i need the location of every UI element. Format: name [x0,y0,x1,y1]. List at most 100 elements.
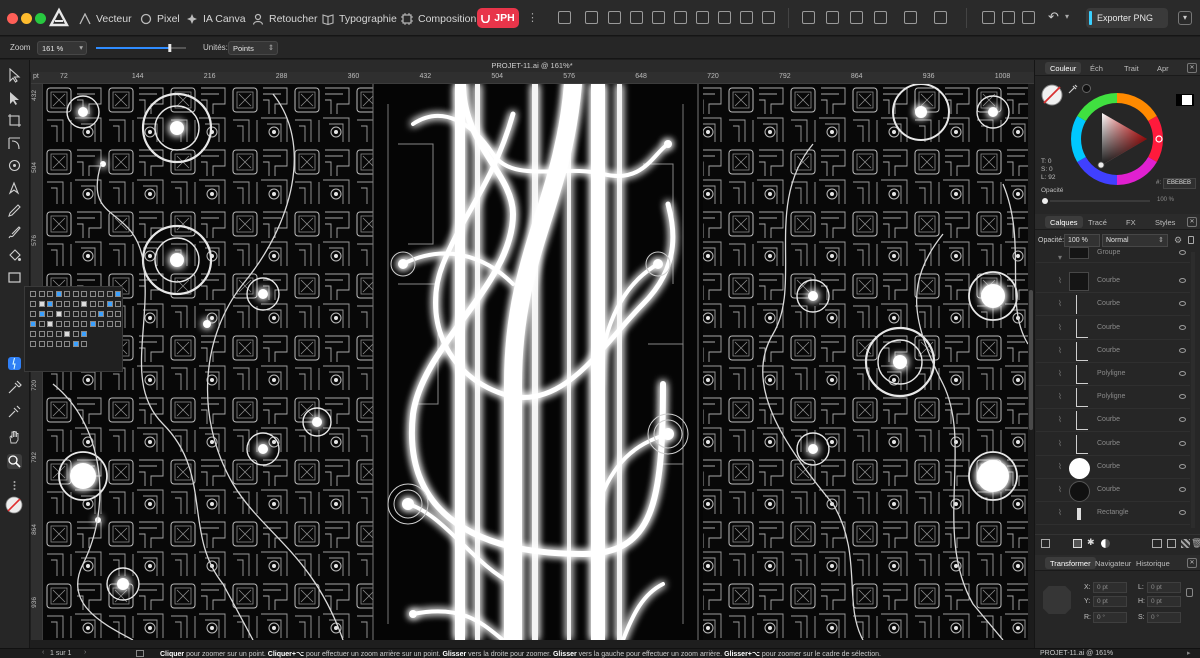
layer-row[interactable]: ⌇ Courbe [1036,293,1190,317]
persona-jph-active[interactable]: JPH [477,8,519,28]
move-tool-icon[interactable] [7,67,22,83]
arrange-back-icon[interactable] [608,11,621,24]
layer-row[interactable]: ⌇ Courbe [1036,317,1190,340]
swatch-icon[interactable] [30,301,36,307]
expand-chevron-icon[interactable]: ▾ [1058,253,1062,262]
tab-fx[interactable]: FX [1121,216,1141,228]
pen-tool-icon[interactable] [7,181,22,196]
swatch-icon[interactable] [115,291,121,297]
layer-row[interactable]: ⌇ Rectangle [1036,502,1190,526]
visibility-eye-icon[interactable] [1179,510,1186,516]
finder-icon[interactable] [7,356,22,371]
app-logo-icon[interactable] [48,7,70,29]
visibility-eye-icon[interactable] [1179,463,1186,469]
swatch-icon[interactable] [81,301,87,307]
arrange-backward-icon[interactable] [630,11,643,24]
swatch-icon[interactable] [98,321,104,327]
rotation-input[interactable]: 0 ° [1093,612,1127,623]
layer-row[interactable]: ▾ Groupe [1036,247,1190,263]
hand-tool-icon[interactable] [7,430,22,445]
swatch-icon[interactable] [64,341,70,347]
swatch-icon[interactable] [81,291,87,297]
tab-stroke[interactable]: Trait [1119,62,1144,74]
vector-brush-icon[interactable] [7,225,22,240]
swatch-icon[interactable] [55,321,62,327]
swatch-icon[interactable] [47,341,53,347]
units-select[interactable]: Points ⇕ [228,41,278,55]
swatch-icon[interactable] [89,311,96,317]
transform-origin-icon[interactable] [982,11,995,24]
align-icon[interactable] [802,11,815,24]
fill-tool-icon[interactable] [7,248,22,263]
boolean-intersect-icon[interactable] [740,11,753,24]
visibility-eye-icon[interactable] [1179,347,1186,353]
visibility-eye-icon[interactable] [1179,487,1186,492]
swatch-icon[interactable] [81,311,87,317]
node-tool-icon[interactable] [7,91,22,106]
x-input[interactable]: 0 pt [1093,582,1127,593]
swatch-icon[interactable] [106,301,113,307]
swatch-icon[interactable] [47,311,53,317]
stroke-swatch[interactable] [1082,84,1091,93]
artboard-tool-icon[interactable] [7,113,22,128]
rotate-icon[interactable] [874,11,887,24]
swatch-icon[interactable] [106,321,113,327]
swatch-icon[interactable] [72,331,79,337]
swatch-icon[interactable] [38,341,45,347]
layer-row[interactable]: ⌇ Courbe [1036,456,1190,479]
persona-vector[interactable]: Vecteur [79,9,132,28]
swatch-icon[interactable] [30,311,36,317]
swatch-icon[interactable] [115,321,121,327]
visibility-eye-icon[interactable] [1179,324,1186,330]
flip-horizontal-icon[interactable] [826,11,839,24]
snap-toggle-icon[interactable] [934,11,947,24]
more-menu-icon[interactable]: ⋮ [527,11,538,24]
swatch-icon[interactable] [64,291,70,297]
close-icon[interactable]: ✕ [1187,217,1197,227]
tab-appearance[interactable]: Apr [1152,62,1174,74]
swatch-icon[interactable] [38,321,45,327]
minimize-window-button[interactable] [21,13,32,24]
pencil-tool-icon[interactable] [7,203,22,218]
zoom-slider[interactable] [96,44,186,52]
flip-vertical-icon[interactable] [850,11,863,24]
arrange-front-icon[interactable] [674,11,687,24]
swatch-icon[interactable] [55,341,62,347]
hex-input[interactable]: EBEBEB [1163,178,1196,189]
swatch-icon[interactable] [81,321,87,327]
add-layer-icon[interactable] [1041,539,1050,548]
swatch-icon[interactable] [64,301,70,307]
arrange-forward-icon[interactable] [652,11,665,24]
swatch-icon[interactable] [55,301,62,307]
layer-row[interactable]: ⌇ Polyligne [1036,386,1190,410]
visibility-eye-icon[interactable] [1179,440,1186,446]
swatch-icon[interactable] [38,311,45,317]
zoom-input[interactable]: 161 % ▾ [37,41,87,55]
insert-inside-icon[interactable] [904,11,917,24]
layer-row[interactable]: ⌇ Courbe [1036,479,1190,502]
color-picker-icon[interactable] [7,404,22,419]
folder-icon[interactable] [1152,539,1162,548]
zoom-window-button[interactable] [35,13,46,24]
layer-row[interactable]: ⌇ Courbe [1036,409,1190,433]
tab-color[interactable]: Couleur [1045,62,1082,74]
adjustment-icon[interactable] [1073,539,1082,548]
boolean-add-icon[interactable] [696,11,709,24]
visibility-eye-icon[interactable] [1179,371,1186,376]
persona-typography[interactable]: Typographie [322,9,397,28]
swatch-icon[interactable] [64,331,70,337]
tab-history[interactable]: Historique [1131,557,1175,569]
swatch-icon[interactable] [106,291,113,297]
swatch-icon[interactable] [72,341,79,347]
blend-mode-select[interactable]: Normal ⇕ [1102,234,1168,247]
swatch-icon[interactable] [64,321,70,327]
swatch-icon[interactable] [30,331,36,337]
swatch-icon[interactable] [81,341,87,347]
swatch-icon[interactable] [30,341,36,347]
swatch-icon[interactable] [98,291,104,297]
swatch-icon[interactable] [98,311,104,317]
duplicate-icon[interactable] [1167,539,1176,548]
swatch-icon[interactable] [81,331,87,337]
swatch-icon[interactable] [89,301,96,307]
close-window-button[interactable] [7,13,18,24]
